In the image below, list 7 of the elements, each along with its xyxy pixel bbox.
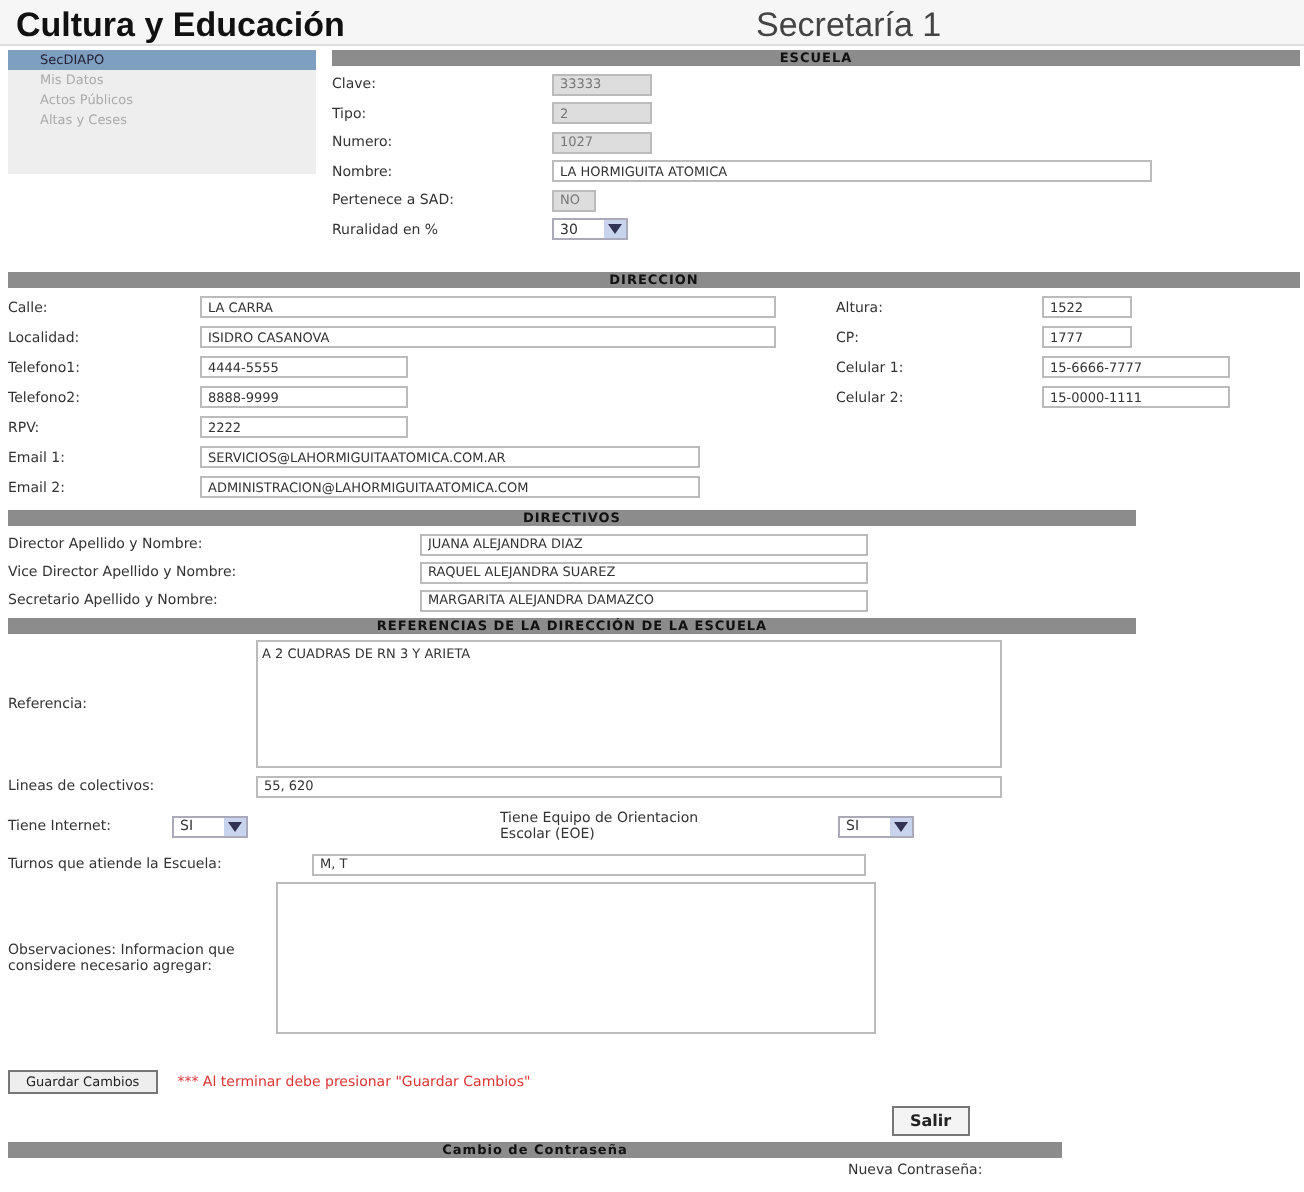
caret-icon: [604, 220, 626, 239]
text-area[interactable]: [276, 882, 876, 1034]
page-subtitle: Secretaría 1: [756, 8, 942, 44]
page-title: Cultura y Educación: [16, 8, 347, 44]
exit-button[interactable]: Salir: [892, 1106, 970, 1136]
caret-icon: [224, 817, 246, 835]
caret-icon: [890, 817, 912, 835]
